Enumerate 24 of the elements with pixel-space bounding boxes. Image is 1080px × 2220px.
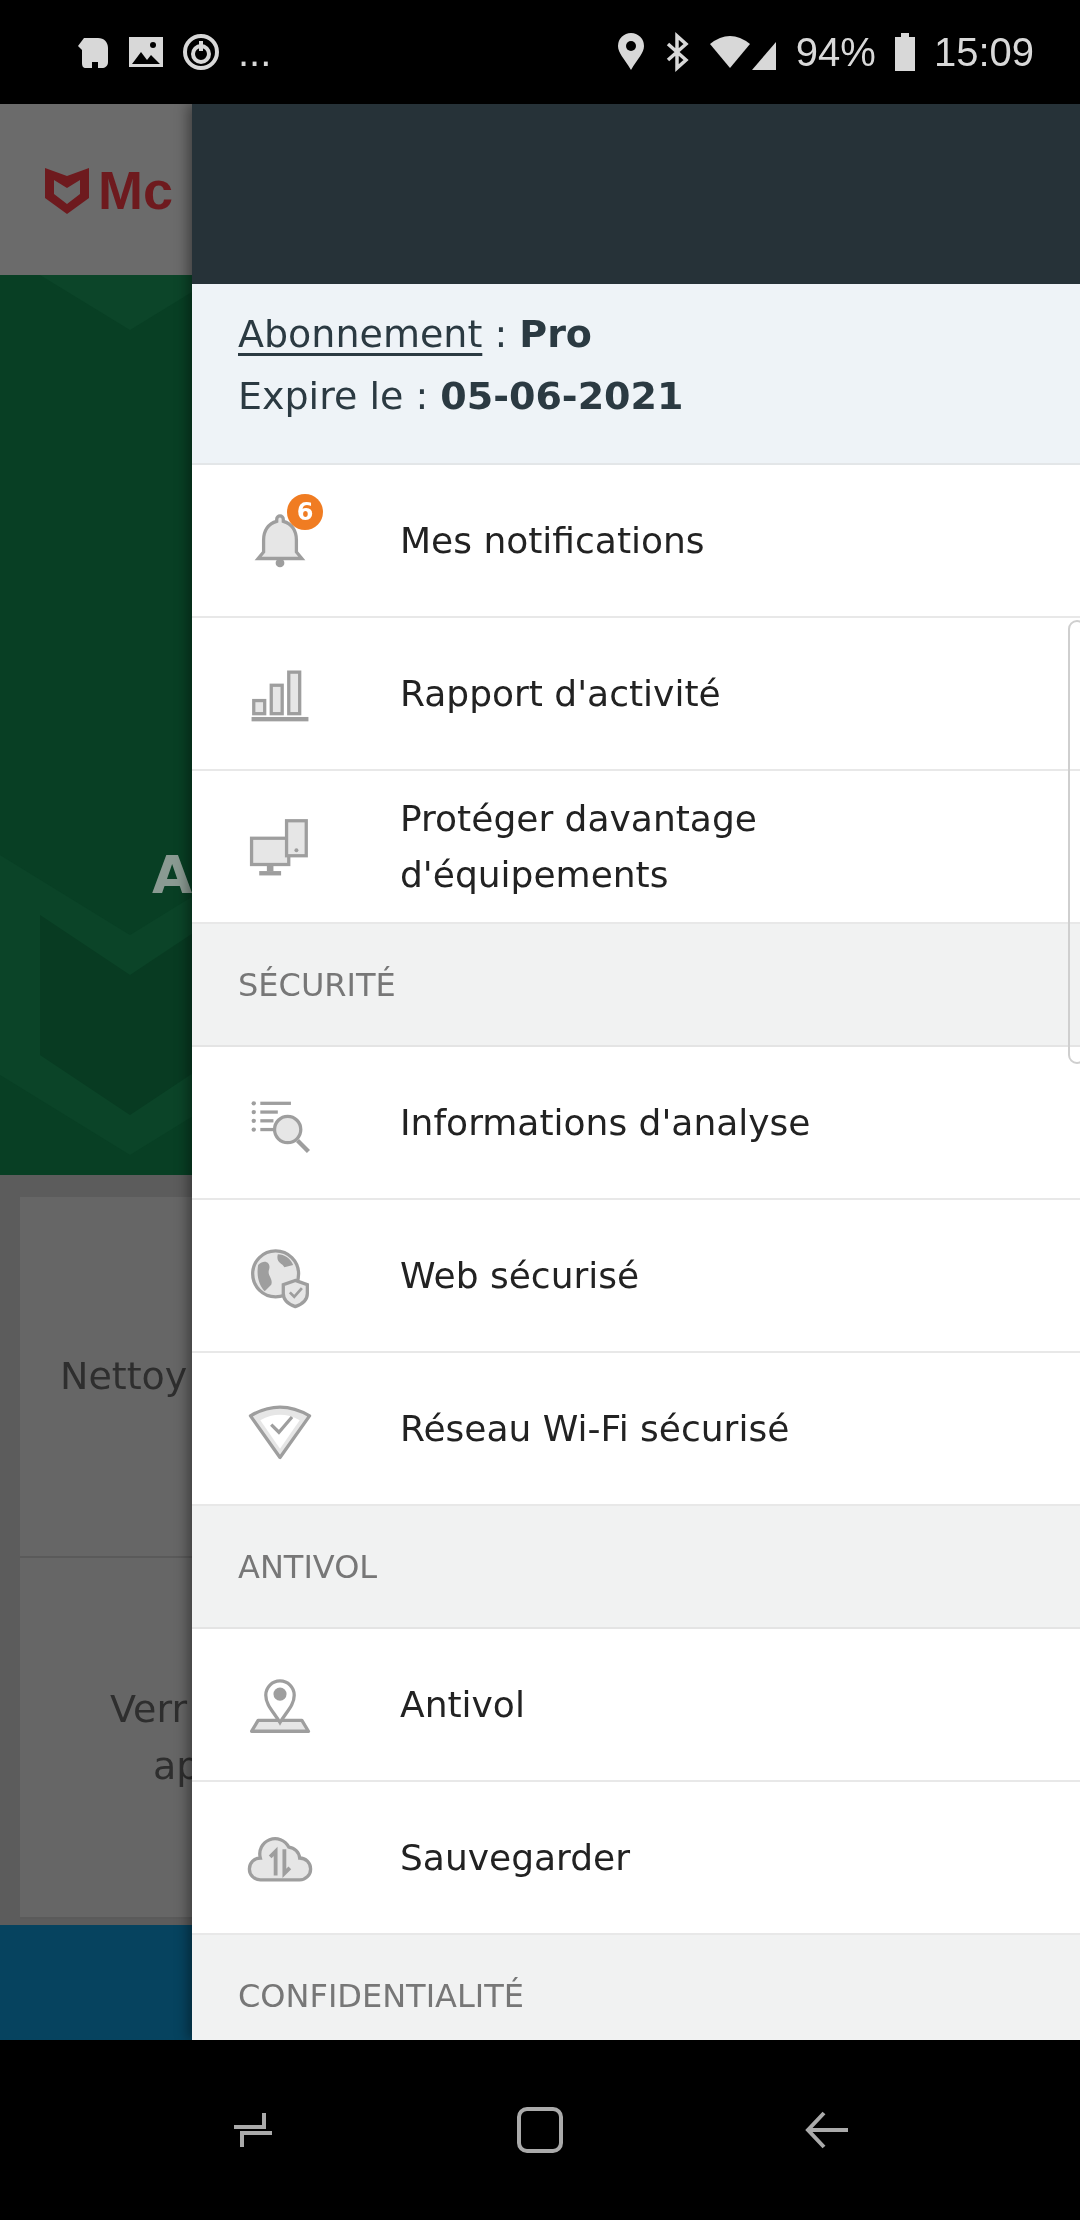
menu-item[interactable]: Antivol [192, 1629, 1080, 1782]
home-icon[interactable] [515, 2105, 565, 2155]
menu-item[interactable]: Web sécurisé [192, 1200, 1080, 1353]
menu-item[interactable]: 6 Mes notifications [192, 465, 1080, 618]
subscription-plan: Abonnement : Pro [238, 312, 593, 356]
hero-title: A [152, 845, 193, 905]
power-ring-icon [182, 33, 220, 71]
location-icon [615, 32, 646, 72]
expiry-date: Expire le : 05-06-2021 [238, 374, 685, 418]
card-label: Verr [109, 1685, 187, 1733]
menu-item[interactable]: Rapport d'activité [192, 618, 1080, 771]
image-icon [128, 34, 164, 70]
notification-badge: 6 [287, 493, 323, 530]
overflow-indicator: ... [238, 29, 272, 75]
clock: 15:09 [933, 29, 1034, 75]
section-header: SÉCURITÉ [192, 924, 1080, 1047]
subscription-link[interactable]: Abonnement [238, 312, 483, 356]
battery-icon [893, 32, 916, 72]
section-header: CONFIDENTIALITÉ [192, 1935, 1080, 2040]
section-header: ANTIVOL [192, 1506, 1080, 1629]
card-label: Nettoy [59, 1353, 188, 1400]
battery-percent: 94% [795, 29, 876, 75]
logo-text: Mc [98, 158, 173, 221]
menu-item[interactable]: Informations d'analyse [192, 1047, 1080, 1200]
